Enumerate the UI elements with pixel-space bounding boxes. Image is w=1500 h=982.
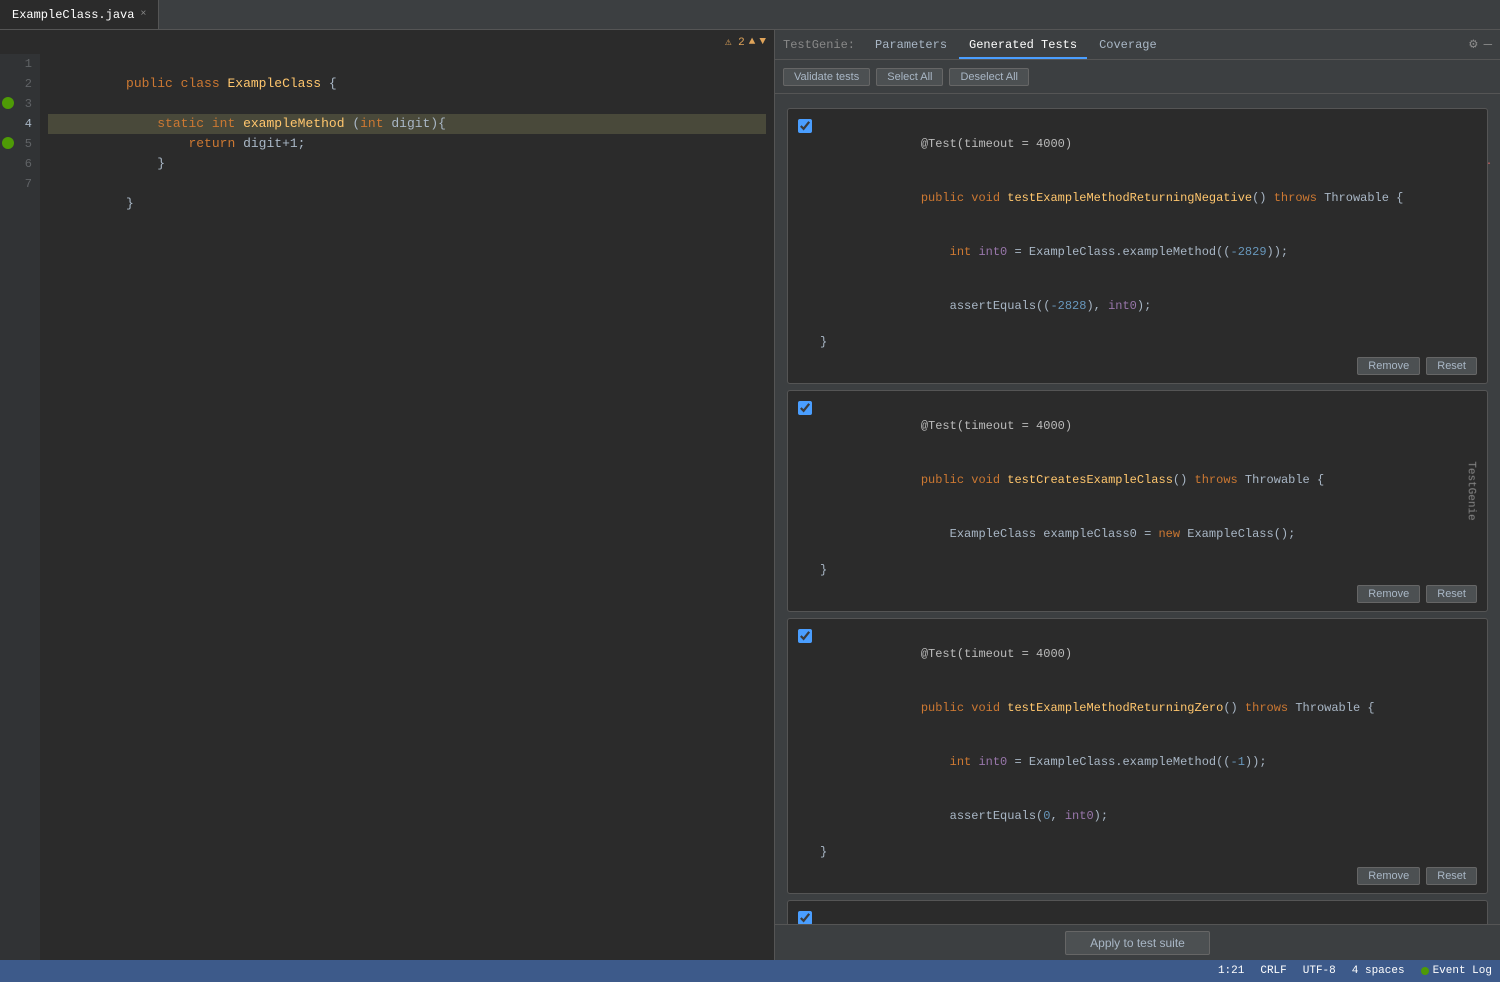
tab-generated-tests[interactable]: Generated Tests [959, 31, 1087, 59]
tab-coverage[interactable]: Coverage [1089, 31, 1167, 59]
test-4-annotation: @Test(timeout = 4000) [820, 909, 1477, 924]
warning-count: ⚠ 2 [725, 35, 745, 49]
main-layout: ⚠ 2 ▲ ▼ 1 2 3 4 5 6 7 [0, 30, 1500, 960]
test-code-3: @Test(timeout = 4000) public void testEx… [820, 627, 1477, 861]
code-area[interactable]: public class ExampleClass { static int e… [40, 54, 774, 960]
top-action-bar: Validate tests Select All Deselect All [775, 60, 1500, 94]
test-2-annotation: @Test(timeout = 4000) [820, 399, 1477, 453]
test-3-sig: public void testExampleMethodReturningZe… [820, 681, 1477, 735]
test-3-annotation: @Test(timeout = 4000) [820, 627, 1477, 681]
testgenie-vertical-label: TestGenie [1464, 461, 1476, 520]
test-card-1-header: @Test(timeout = 4000) public void testEx… [798, 117, 1477, 351]
test-card-2-header: @Test(timeout = 4000) public void testCr… [798, 399, 1477, 579]
right-panel: TestGenie: Parameters Generated Tests Co… [775, 30, 1500, 960]
deselect-all-button[interactable]: Deselect All [949, 68, 1028, 86]
test-card-3-actions: Remove Reset [798, 867, 1477, 885]
warning-badge: ⚠ 2 ▲ ▼ [725, 35, 766, 49]
test-2-close: } [820, 561, 1477, 579]
tab-example-class[interactable]: ExampleClass.java × [0, 0, 159, 29]
editor-content: 1 2 3 4 5 6 7 public class ExampleClass … [0, 54, 774, 960]
tests-area[interactable]: @Test(timeout = 4000) public void testEx… [775, 94, 1500, 924]
line-num-1: 1 [0, 54, 40, 74]
event-log-label: Event Log [1433, 965, 1492, 977]
test-code-4: @Test(timeout = 4000) public void testEx… [820, 909, 1477, 924]
tab-parameters[interactable]: Parameters [865, 31, 957, 59]
code-line-1: public class ExampleClass { [48, 54, 766, 74]
test-card-1: @Test(timeout = 4000) public void testEx… [787, 108, 1488, 384]
test-1-body-2: assertEquals((-2828), int0); [820, 279, 1477, 333]
test-card-2-actions: Remove Reset [798, 585, 1477, 603]
cursor-position: 1:21 [1218, 965, 1244, 977]
test-code-2: @Test(timeout = 4000) public void testCr… [820, 399, 1477, 579]
status-right: 1:21 CRLF UTF-8 4 spaces Event Log [1218, 965, 1492, 977]
minimize-icon[interactable]: — [1484, 37, 1492, 53]
remove-test-3-button[interactable]: Remove [1357, 867, 1420, 885]
line-ending: CRLF [1260, 965, 1286, 977]
test-1-close: } [820, 333, 1477, 351]
event-dot [1421, 967, 1429, 975]
panel-header: TestGenie: Parameters Generated Tests Co… [775, 30, 1500, 60]
editor-pane: ⚠ 2 ▲ ▼ 1 2 3 4 5 6 7 [0, 30, 775, 960]
test-checkbox-1[interactable] [798, 119, 812, 133]
test-1-sig: public void testExampleMethodReturningNe… [820, 171, 1477, 225]
test-2-body-1: ExampleClass exampleClass0 = new Example… [820, 507, 1477, 561]
reset-test-2-button[interactable]: Reset [1426, 585, 1477, 603]
line-num-7: 7 [0, 174, 40, 194]
line-num-6: 6 [0, 154, 40, 174]
line-num-4: 4 [0, 114, 40, 134]
apply-to-test-suite-button[interactable]: Apply to test suite [1065, 931, 1210, 955]
status-bar: 1:21 CRLF UTF-8 4 spaces Event Log [0, 960, 1500, 982]
test-3-close: } [820, 843, 1477, 861]
test-3-body-1: int int0 = ExampleClass.exampleMethod((-… [820, 735, 1477, 789]
line-num-2: 2 [0, 74, 40, 94]
remove-test-1-button[interactable]: Remove [1357, 357, 1420, 375]
test-3-body-2: assertEquals(0, int0); [820, 789, 1477, 843]
tab-filename: ExampleClass.java [12, 8, 134, 22]
tab-bar: ExampleClass.java × [0, 0, 1500, 30]
test-1-body-1: int int0 = ExampleClass.exampleMethod((-… [820, 225, 1477, 279]
reset-test-3-button[interactable]: Reset [1426, 867, 1477, 885]
test-1-annotation: @Test(timeout = 4000) [820, 117, 1477, 171]
test-card-4-header: @Test(timeout = 4000) public void testEx… [798, 909, 1477, 924]
panel-actions: ⚙ — [1469, 36, 1492, 53]
test-card-3: @Test(timeout = 4000) public void testEx… [787, 618, 1488, 894]
test-card-4: @Test(timeout = 4000) public void testEx… [787, 900, 1488, 924]
tab-close-icon[interactable]: × [140, 9, 146, 20]
panel-bottom: Apply to test suite [775, 924, 1500, 960]
validate-tests-button[interactable]: Validate tests [783, 68, 870, 86]
gutter-breakpoint-3[interactable] [2, 97, 14, 109]
test-code-1: @Test(timeout = 4000) public void testEx… [820, 117, 1477, 351]
chevron-down-icon[interactable]: ▼ [759, 36, 766, 48]
remove-test-2-button[interactable]: Remove [1357, 585, 1420, 603]
indent: 4 spaces [1352, 965, 1405, 977]
line-num-3: 3 [0, 94, 40, 114]
test-card-1-actions: Remove Reset [798, 357, 1477, 375]
reset-test-1-button[interactable]: Reset [1426, 357, 1477, 375]
line-num-5: 5 [0, 134, 40, 154]
line-numbers: 1 2 3 4 5 6 7 [0, 54, 40, 960]
panel-label: TestGenie: [783, 38, 855, 52]
editor-header: ⚠ 2 ▲ ▼ [0, 30, 774, 54]
encoding: UTF-8 [1303, 965, 1336, 977]
code-line-3: static int exampleMethod (int digit){ [48, 94, 766, 114]
chevron-up-icon[interactable]: ▲ [749, 36, 756, 48]
select-all-button[interactable]: Select All [876, 68, 943, 86]
gutter-breakpoint-5[interactable] [2, 137, 14, 149]
code-line-7: } [48, 174, 766, 194]
event-log-button[interactable]: Event Log [1421, 965, 1492, 977]
test-checkbox-3[interactable] [798, 629, 812, 643]
test-card-2: @Test(timeout = 4000) public void testCr… [787, 390, 1488, 612]
test-checkbox-4[interactable] [798, 911, 812, 924]
settings-icon[interactable]: ⚙ [1469, 36, 1477, 53]
test-checkbox-2[interactable] [798, 401, 812, 415]
test-2-sig: public void testCreatesExampleClass() th… [820, 453, 1477, 507]
test-card-3-header: @Test(timeout = 4000) public void testEx… [798, 627, 1477, 861]
